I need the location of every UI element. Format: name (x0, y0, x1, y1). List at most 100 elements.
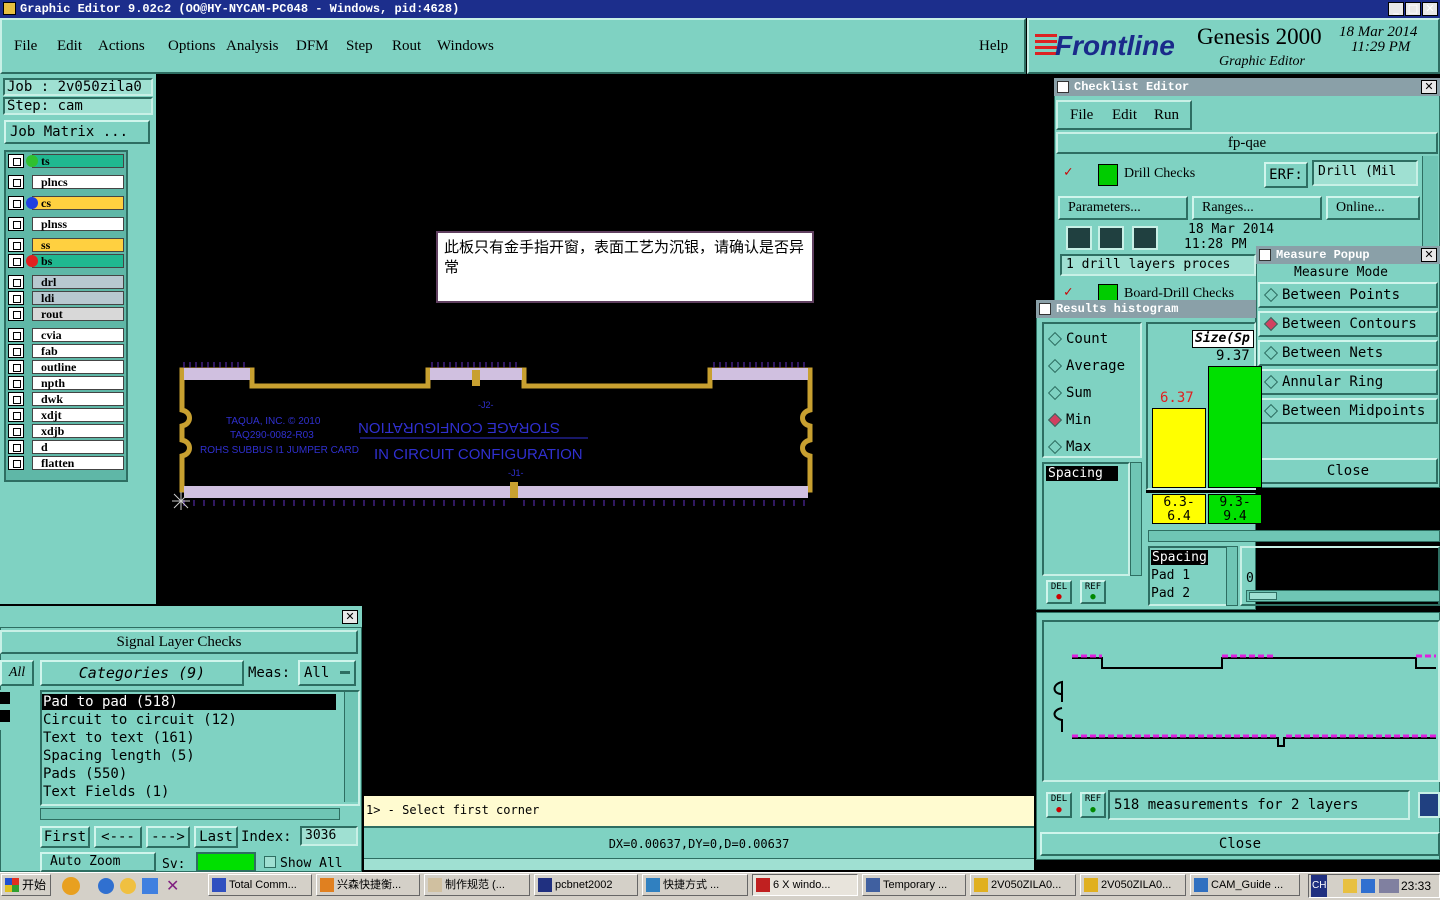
layer-checkbox[interactable] (8, 154, 24, 168)
show-all-checkbox[interactable] (264, 856, 276, 868)
taskbar-task[interactable]: Temporary ... (862, 874, 966, 896)
x-app-icon[interactable]: ✕ (166, 876, 179, 895)
layer-row-flatten[interactable]: flatten (8, 456, 124, 470)
categories-button[interactable]: Categories (9) (40, 660, 244, 686)
menu-step[interactable]: Step (346, 38, 373, 55)
layer-row-plnss[interactable]: plnss (8, 217, 124, 231)
hist-list-item[interactable]: Spacing (1046, 466, 1118, 481)
category-item[interactable]: Text Fields (1) (42, 784, 336, 800)
menu-options[interactable]: Options (168, 38, 216, 55)
browser-icon[interactable] (98, 878, 114, 894)
layer-checkbox[interactable] (8, 275, 24, 289)
layer-name[interactable]: xdjb (32, 424, 124, 438)
layer-row-rout[interactable]: rout (8, 307, 124, 321)
layer-row-ldi[interactable]: ldi (8, 291, 124, 305)
layer-row-cvia[interactable]: cvia (8, 328, 124, 342)
layer-row-outline[interactable]: outline (8, 360, 124, 374)
layer-name[interactable]: ts (32, 154, 124, 168)
stat-option-sum[interactable]: Sum (1046, 384, 1140, 404)
spacing-item[interactable]: Spacing (1151, 550, 1208, 565)
layer-checkbox[interactable] (8, 344, 24, 358)
hist-range-label[interactable]: 9.3-9.4 (1208, 494, 1262, 524)
layer-checkbox[interactable] (8, 175, 24, 189)
layer-name[interactable]: drl (32, 275, 124, 289)
run-icon-2[interactable] (1098, 226, 1124, 250)
meas-dropdown[interactable]: All (298, 660, 356, 686)
layer-row-xdjb[interactable]: xdjb (8, 424, 124, 438)
ime-indicator[interactable]: CH (1311, 875, 1328, 897)
layer-row-drl[interactable]: drl (8, 275, 124, 289)
checklist-button-2[interactable]: Online... (1326, 196, 1420, 220)
category-item[interactable]: Pads (550) (42, 766, 336, 782)
stat-option-max[interactable]: Max (1046, 438, 1140, 458)
measure-close-button[interactable]: Close (1258, 458, 1438, 484)
nav-button-0[interactable]: First (40, 826, 90, 848)
layer-row-bs[interactable]: bs (8, 254, 124, 268)
layer-name[interactable]: outline (32, 360, 124, 374)
layer-checkbox[interactable] (8, 408, 24, 422)
layer-checkbox[interactable] (8, 376, 24, 390)
measure-option-1[interactable]: Between Contours (1258, 311, 1438, 337)
qq-icon[interactable] (62, 877, 80, 895)
menu-file[interactable]: File (14, 38, 37, 55)
close-icon[interactable]: ✕ (1422, 2, 1438, 16)
hist-list-scroll[interactable] (1130, 462, 1142, 576)
layer-checkbox[interactable] (8, 217, 24, 231)
layer-name[interactable]: ss (32, 238, 124, 252)
layer-row-plncs[interactable]: plncs (8, 175, 124, 189)
preview-ref-button[interactable]: REF ● (1080, 792, 1106, 818)
taskbar-task[interactable]: 快捷方式 ... (642, 874, 748, 896)
layer-row-fab[interactable]: fab (8, 344, 124, 358)
layer-name[interactable]: fab (32, 344, 124, 358)
taskbar-task[interactable]: 2V050ZILA0... (970, 874, 1076, 896)
menu-analysis[interactable]: Analysis (226, 38, 279, 55)
menu-actions[interactable]: Actions (98, 38, 145, 55)
help-menu[interactable]: Help (979, 38, 1008, 55)
minimize-button[interactable]: _ (1388, 2, 1404, 16)
checklist-menu-file[interactable]: File (1070, 107, 1093, 124)
menu-rout[interactable]: Rout (392, 38, 421, 55)
checklist-menu-edit[interactable]: Edit (1112, 107, 1137, 124)
hist-bar[interactable] (1152, 408, 1206, 488)
sv-color-swatch[interactable] (196, 852, 256, 872)
measure-option-2[interactable]: Between Nets (1258, 340, 1438, 366)
hist-del-button[interactable]: DEL ● (1046, 580, 1072, 604)
layer-checkbox[interactable] (8, 328, 24, 342)
layer-row-xdjt[interactable]: xdjt (8, 408, 124, 422)
spacing-item[interactable]: Pad 2 (1151, 586, 1190, 601)
menu-dfm[interactable]: DFM (296, 38, 329, 55)
erf-field[interactable]: Drill (Mil (1312, 160, 1418, 186)
checklist-menu-run[interactable]: Run (1154, 107, 1179, 124)
measure-option-3[interactable]: Annular Ring (1258, 369, 1438, 395)
layer-name[interactable]: bs (32, 254, 124, 268)
app-icon[interactable] (142, 878, 158, 894)
all-button[interactable]: All (0, 660, 34, 686)
job-matrix-button[interactable]: Job Matrix ... (4, 120, 150, 144)
checklist-close-icon[interactable]: ✕ (1421, 80, 1437, 94)
check-mark-icon[interactable]: ✓ (1064, 164, 1072, 180)
layer-name[interactable]: rout (32, 307, 124, 321)
layer-row-dwk[interactable]: dwk (8, 392, 124, 406)
spacing-item[interactable]: Pad 1 (1151, 568, 1190, 583)
nav-button-2[interactable]: ---> (146, 826, 190, 848)
layer-checkbox[interactable] (8, 291, 24, 305)
spacing-scroll[interactable] (1226, 546, 1238, 606)
category-item[interactable]: Spacing length (5) (42, 748, 336, 764)
index-input[interactable]: 3036 (300, 826, 358, 846)
measure-option-0[interactable]: Between Points (1258, 282, 1438, 308)
taskbar-task[interactable]: CAM_Guide ... (1190, 874, 1300, 896)
layer-checkbox[interactable] (8, 424, 24, 438)
preview-del-button[interactable]: DEL ● (1046, 792, 1072, 818)
run-icon-1[interactable] (1066, 226, 1092, 250)
stat-option-average[interactable]: Average (1046, 357, 1140, 377)
layer-name[interactable]: flatten (32, 456, 124, 470)
layer-name[interactable]: d (32, 440, 124, 454)
taskbar-task[interactable]: 6 X windo... (752, 874, 858, 896)
measure-option-4[interactable]: Between Midpoints (1258, 398, 1438, 424)
slider-thumb[interactable] (1249, 592, 1277, 600)
layer-checkbox[interactable] (8, 254, 24, 268)
menu-edit[interactable]: Edit (57, 38, 82, 55)
hist-range-scroll[interactable] (1148, 530, 1440, 542)
category-item[interactable]: Text to text (161) (42, 730, 336, 746)
layer-name[interactable]: cs (32, 196, 124, 210)
